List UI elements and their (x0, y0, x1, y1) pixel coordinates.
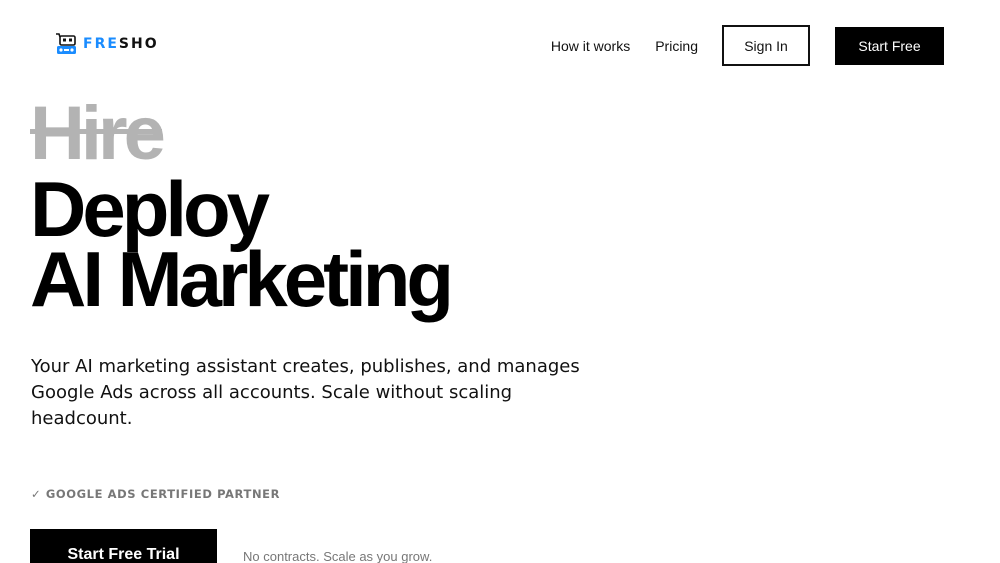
hero-headline-line2: AI Marketing (30, 235, 454, 323)
strikethrough-line (30, 129, 162, 135)
nav-link-pricing[interactable]: Pricing (655, 38, 698, 54)
cart-robot-icon (55, 31, 77, 57)
brand-logo[interactable]: FRESHO (55, 31, 159, 57)
hero-subtitle: Your AI marketing assistant creates, pub… (31, 356, 580, 429)
certified-partner-badge: ✓ GOOGLE ADS CERTIFIED PARTNER (31, 487, 281, 501)
start-free-button[interactable]: Start Free (835, 26, 944, 65)
start-free-trial-button[interactable]: Start Free Trial (30, 529, 217, 563)
nav-link-how-it-works[interactable]: How it works (551, 38, 630, 54)
brand-name: FRESHO (83, 36, 159, 52)
hero-struck-word: Hire (30, 91, 166, 176)
cta-note: No contracts. Scale as you grow. (243, 549, 433, 563)
top-nav: How it works Pricing Sign In Start Free (551, 25, 944, 66)
sign-in-button[interactable]: Sign In (722, 25, 810, 66)
